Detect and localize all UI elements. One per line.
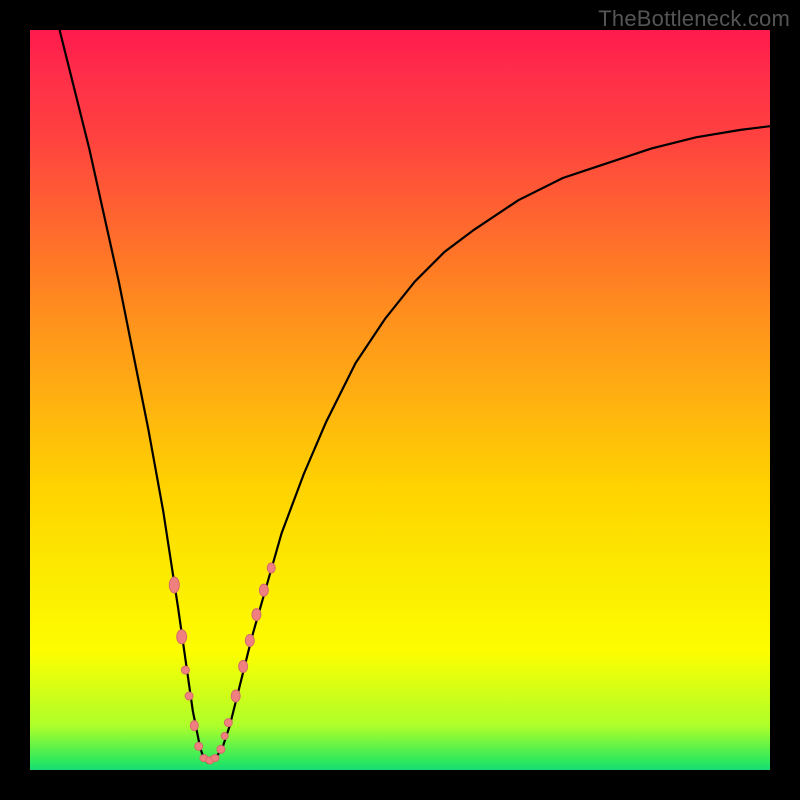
data-bead (185, 692, 193, 700)
data-bead (252, 609, 261, 621)
watermark-text: TheBottleneck.com (598, 6, 790, 32)
data-bead (221, 732, 228, 739)
data-bead (267, 563, 275, 573)
data-bead (190, 721, 198, 731)
curve-layer (30, 30, 770, 770)
data-bead (224, 719, 232, 727)
data-bead (211, 755, 219, 762)
bottleneck-curve (60, 30, 770, 763)
plot-area (30, 30, 770, 770)
data-bead (239, 660, 248, 672)
data-bead (245, 635, 254, 647)
data-bead (217, 745, 225, 753)
data-bead (177, 630, 187, 644)
data-bead (231, 690, 240, 702)
data-bead (195, 742, 203, 750)
data-bead (259, 584, 268, 596)
data-bead (169, 577, 179, 593)
data-bead (181, 666, 189, 674)
chart-frame: TheBottleneck.com (0, 0, 800, 800)
